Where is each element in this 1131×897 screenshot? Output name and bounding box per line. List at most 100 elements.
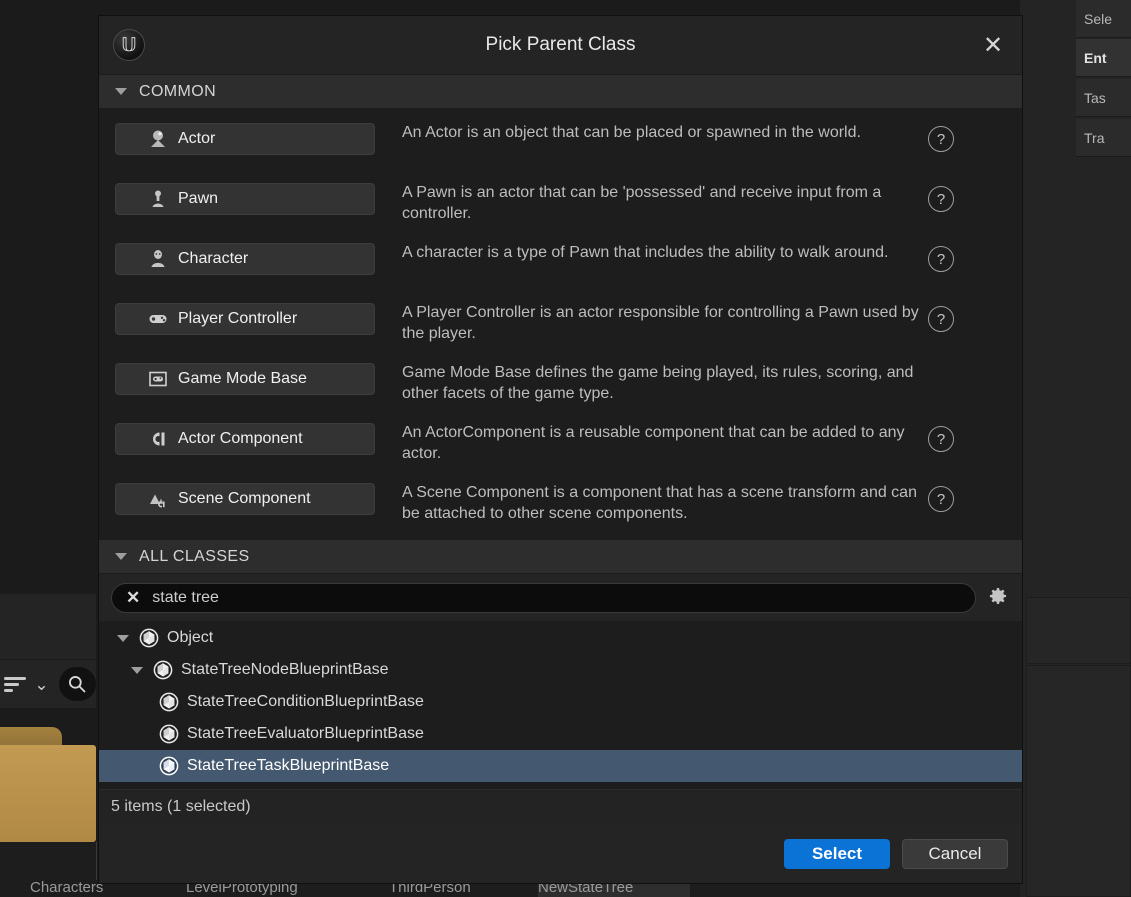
class-description: A Player Controller is an actor responsi… [402,304,919,342]
item-count-label: 5 items (1 selected) [111,798,251,815]
cancel-button[interactable]: Cancel [902,838,1008,869]
tile-divider-1 [96,842,97,880]
bg-tab-3[interactable]: Tra [1076,119,1131,157]
pawn-icon [148,189,168,209]
class-label: Actor Component [178,430,303,447]
common-class-row: Actor An Actor is an object that can be … [99,115,1022,175]
class-description: A Pawn is an actor that can be 'possesse… [402,184,882,222]
actor-component-icon [148,429,168,449]
help-icon[interactable]: ? [928,426,954,452]
filter-icon[interactable] [4,676,26,692]
class-description: An Actor is an object that can be placed… [402,124,861,141]
close-icon[interactable]: ✕ [978,30,1008,60]
dialog-footer: Select Cancel [99,824,1022,883]
chevron-down-icon [115,88,127,95]
chevron-down-icon [115,553,127,560]
class-button-scene-component[interactable]: Scene Component [115,483,375,515]
uobject-icon [139,628,159,648]
uobject-icon [159,756,179,776]
search-input[interactable]: ✕ state tree [111,583,976,613]
tree-row-label: Object [167,629,214,646]
bg-tab-1-label: Ent [1084,49,1107,66]
dialog-titlebar: 𝕌 Pick Parent Class ✕ [99,16,1022,74]
common-class-row: Pawn A Pawn is an actor that can be 'pos… [99,175,1022,235]
class-search-area: ✕ state tree [99,574,1022,621]
class-button-character[interactable]: Character [115,243,375,275]
folder-thumbnail[interactable] [0,727,96,842]
class-label: Pawn [178,190,219,207]
tree-row[interactable]: Object [99,622,1022,654]
right-panel-section-upper [1026,597,1131,664]
bg-tab-0-label: Sele [1084,10,1113,27]
class-description: A character is a type of Pawn that inclu… [402,244,889,261]
content-browser-toolbar [0,594,96,660]
class-label: Actor [178,130,216,147]
character-icon [148,249,168,269]
content-browser-filter-bar: ⌄ [0,660,96,708]
tree-row[interactable]: StateTreeEvaluatorBlueprintBase [99,718,1022,750]
uobject-icon [159,692,179,712]
class-button-pawn[interactable]: Pawn [115,183,375,215]
gamepad-icon [148,309,168,329]
scene-component-icon [148,489,168,509]
common-class-row: Scene Component A Scene Component is a c… [99,475,1022,535]
all-classes-tree[interactable]: Object StateTreeNodeBlueprintBase StateT… [99,621,1022,789]
common-class-row: Character A character is a type of Pawn … [99,235,1022,295]
tree-row-label: StateTreeConditionBlueprintBase [187,693,424,710]
common-section-header[interactable]: COMMON [99,74,1022,109]
right-panel-section-lower [1026,665,1131,897]
pick-parent-class-dialog: 𝕌 Pick Parent Class ✕ COMMON Actor An Ac… [98,15,1023,884]
class-label: Game Mode Base [178,370,307,387]
class-label: Scene Component [178,490,311,507]
tree-row[interactable]: StateTreeNodeBlueprintBase [99,654,1022,686]
all-classes-section-label: ALL CLASSES [139,547,250,565]
common-class-row: Game Mode Base Game Mode Base defines th… [99,355,1022,415]
class-description: A Scene Component is a component that ha… [402,484,917,522]
bg-tab-2[interactable]: Tas [1076,79,1131,117]
clear-x-icon[interactable]: ✕ [126,588,140,608]
common-class-row: Player Controller A Player Controller is… [99,295,1022,355]
tree-row-label: StateTreeTaskBlueprintBase [187,757,390,774]
search-icon[interactable] [58,667,96,701]
unreal-engine-logo-icon: 𝕌 [113,29,145,61]
select-button[interactable]: Select [784,838,890,869]
common-class-row: Actor Component An ActorComponent is a r… [99,415,1022,475]
bg-tab-3-label: Tra [1084,129,1105,146]
class-button-actor-component[interactable]: Actor Component [115,423,375,455]
uobject-icon [153,660,173,680]
help-icon[interactable]: ? [928,186,954,212]
tree-row-selected[interactable]: StateTreeTaskBlueprintBase [99,750,1022,782]
class-description: Game Mode Base defines the game being pl… [402,364,914,402]
dialog-title: Pick Parent Class [485,34,636,55]
expand-arrow-icon[interactable] [115,634,131,642]
bg-tab-2-label: Tas [1084,89,1106,106]
folder-body [0,745,96,842]
gear-icon[interactable] [986,586,1010,610]
tree-status-bar: 5 items (1 selected) [99,789,1022,824]
tree-row-label: StateTreeNodeBlueprintBase [181,661,389,678]
game-mode-icon [148,369,168,389]
tree-row[interactable]: StateTreeConditionBlueprintBase [99,686,1022,718]
class-description: An ActorComponent is a reusable componen… [402,424,905,462]
class-label: Player Controller [178,310,298,327]
tree-row-label: StateTreeEvaluatorBlueprintBase [187,725,424,742]
bg-tab-1[interactable]: Ent [1076,39,1131,77]
class-button-game-mode-base[interactable]: Game Mode Base [115,363,375,395]
common-section-label: COMMON [139,82,217,100]
all-classes-section-header[interactable]: ALL CLASSES [99,539,1022,574]
bg-tab-0[interactable]: Sele [1076,0,1131,38]
class-button-player-controller[interactable]: Player Controller [115,303,375,335]
help-icon[interactable]: ? [928,246,954,272]
actor-icon [148,129,168,149]
class-label: Character [178,250,249,267]
help-icon[interactable]: ? [928,306,954,332]
help-icon[interactable]: ? [928,486,954,512]
expand-arrow-icon[interactable] [129,666,145,674]
common-classes-list: Actor An Actor is an object that can be … [99,109,1022,539]
tile-label-characters: Characters [30,879,104,896]
chevron-down-icon[interactable]: ⌄ [34,676,48,693]
uobject-icon [159,724,179,744]
class-button-actor[interactable]: Actor [115,123,375,155]
help-icon[interactable]: ? [928,126,954,152]
search-value: state tree [152,589,219,606]
